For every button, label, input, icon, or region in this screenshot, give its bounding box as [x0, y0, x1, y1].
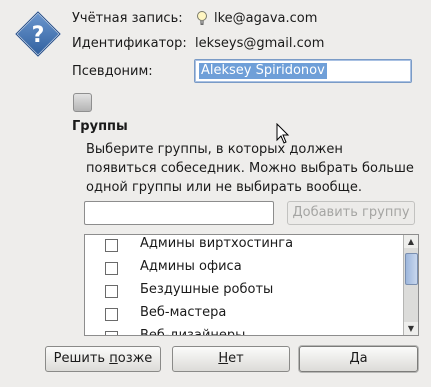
- list-item[interactable]: Веб-мастера: [85, 304, 403, 326]
- identifier-label: Идентификатор:: [72, 36, 187, 51]
- scroll-up-icon[interactable]: ▲: [404, 235, 418, 248]
- group-checkbox[interactable]: [105, 262, 118, 275]
- group-label: Бездушные роботы: [140, 282, 274, 297]
- group-checkbox[interactable]: [105, 239, 118, 252]
- no-mnemonic: Н: [218, 351, 229, 366]
- svg-text:?: ?: [32, 23, 45, 48]
- lightbulb-icon: [197, 11, 207, 25]
- yes-text: а: [359, 351, 368, 366]
- yes-mnemonic: Д: [349, 351, 360, 366]
- no-text: ет: [228, 351, 244, 366]
- group-label: Веб-дизайнеры: [140, 328, 246, 336]
- identifier-value: lekseys@gmail.com: [195, 36, 325, 51]
- question-diamond-icon: ?: [14, 10, 62, 58]
- group-label: Админы офиса: [140, 259, 242, 274]
- account-label: Учётная запись:: [72, 11, 183, 26]
- groups-title: Группы: [72, 119, 128, 134]
- new-group-input[interactable]: [84, 201, 274, 225]
- add-group-button[interactable]: Добавить группу: [287, 201, 415, 225]
- groups-list: Админы виртхостинга Админы офиса Бездушн…: [84, 234, 419, 336]
- group-checkbox[interactable]: [105, 331, 118, 335]
- nickname-selected-text: Aleksey Spiridonov: [199, 63, 327, 79]
- list-item[interactable]: Веб-дизайнеры: [85, 327, 403, 336]
- group-label: Веб-мастера: [140, 305, 227, 320]
- no-button[interactable]: Нет: [172, 346, 290, 372]
- decide-later-button[interactable]: Решить позже: [45, 346, 161, 372]
- decide-later-text-a: Решить: [53, 351, 110, 366]
- decide-later-mnemonic: п: [109, 351, 118, 366]
- list-item[interactable]: Админы офиса: [85, 258, 403, 280]
- nickname-input[interactable]: Aleksey Spiridonov: [194, 59, 412, 83]
- nickname-label: Псевдоним:: [72, 64, 153, 79]
- list-item[interactable]: Бездушные роботы: [85, 281, 403, 303]
- scroll-thumb[interactable]: [405, 253, 418, 285]
- groups-description: Выберите группы, в которых должен появит…: [86, 142, 414, 195]
- groups-scrollbar[interactable]: ▲ ▼: [403, 235, 418, 335]
- account-value: lke@agava.com: [214, 11, 318, 26]
- yes-button[interactable]: Да: [299, 346, 418, 372]
- scroll-down-icon[interactable]: ▼: [404, 322, 418, 335]
- avatar-button[interactable]: [73, 93, 92, 112]
- group-label: Админы виртхостинга: [140, 236, 294, 251]
- list-item[interactable]: Админы виртхостинга: [85, 235, 403, 257]
- decide-later-text-b: озже: [117, 351, 153, 366]
- group-checkbox[interactable]: [105, 308, 118, 321]
- group-checkbox[interactable]: [105, 285, 118, 298]
- mouse-pointer-icon: [276, 123, 290, 144]
